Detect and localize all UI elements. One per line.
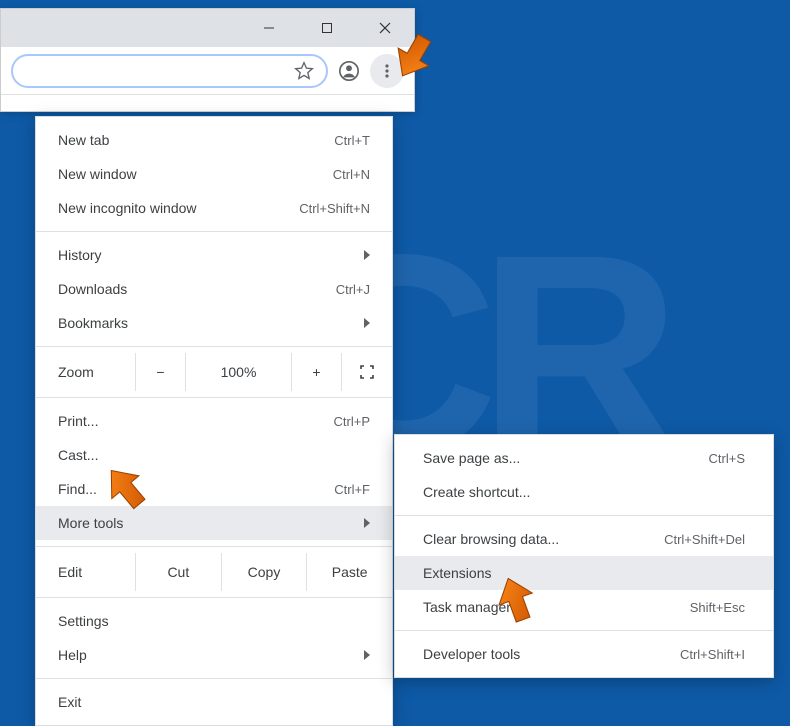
menu-item-shortcut: Ctrl+Shift+I bbox=[680, 647, 745, 662]
submenu-arrow-icon bbox=[364, 518, 370, 528]
menu-zoom-row: Zoom − 100% + bbox=[36, 353, 392, 391]
menu-separator bbox=[36, 546, 392, 547]
menu-find[interactable]: Find... Ctrl+F bbox=[36, 472, 392, 506]
fullscreen-button[interactable] bbox=[342, 353, 392, 391]
menu-item-label: Developer tools bbox=[423, 646, 680, 662]
browser-toolbar bbox=[1, 47, 414, 95]
zoom-out-button[interactable]: − bbox=[136, 353, 186, 391]
zoom-level: 100% bbox=[186, 353, 292, 391]
menu-item-label: Create shortcut... bbox=[423, 484, 745, 500]
menu-item-shortcut: Ctrl+Shift+N bbox=[299, 201, 370, 216]
bookmark-star-icon[interactable] bbox=[294, 61, 314, 81]
menu-item-shortcut: Ctrl+Shift+Del bbox=[664, 532, 745, 547]
menu-downloads[interactable]: Downloads Ctrl+J bbox=[36, 272, 392, 306]
menu-separator bbox=[36, 231, 392, 232]
fullscreen-icon bbox=[359, 364, 375, 380]
edit-paste-button[interactable]: Paste bbox=[307, 553, 392, 591]
menu-item-shortcut: Shift+Esc bbox=[690, 600, 745, 615]
profile-button[interactable] bbox=[334, 56, 364, 86]
menu-item-label: Extensions bbox=[423, 565, 745, 581]
menu-item-label: More tools bbox=[58, 515, 356, 531]
submenu-arrow-icon bbox=[364, 250, 370, 260]
browser-window bbox=[0, 8, 415, 112]
window-titlebar bbox=[1, 9, 414, 47]
three-dots-icon bbox=[379, 63, 395, 79]
menu-bookmarks[interactable]: Bookmarks bbox=[36, 306, 392, 340]
submenu-dev-tools[interactable]: Developer tools Ctrl+Shift+I bbox=[395, 637, 773, 671]
menu-item-label: Print... bbox=[58, 413, 334, 429]
menu-item-label: History bbox=[58, 247, 356, 263]
menu-item-label: Zoom bbox=[36, 353, 136, 391]
menu-item-label: Find... bbox=[58, 481, 334, 497]
menu-history[interactable]: History bbox=[36, 238, 392, 272]
menu-item-label: Clear browsing data... bbox=[423, 531, 664, 547]
edit-cut-button[interactable]: Cut bbox=[136, 553, 222, 591]
menu-item-shortcut: Ctrl+F bbox=[334, 482, 370, 497]
menu-item-label: New window bbox=[58, 166, 333, 182]
submenu-create-shortcut[interactable]: Create shortcut... bbox=[395, 475, 773, 509]
menu-print[interactable]: Print... Ctrl+P bbox=[36, 404, 392, 438]
maximize-button[interactable] bbox=[298, 9, 356, 47]
maximize-icon bbox=[321, 22, 333, 34]
menu-item-label: Bookmarks bbox=[58, 315, 356, 331]
menu-item-label: New incognito window bbox=[58, 200, 299, 216]
menu-separator bbox=[395, 630, 773, 631]
submenu-arrow-icon bbox=[364, 318, 370, 328]
menu-item-label: Task manager bbox=[423, 599, 690, 615]
menu-item-shortcut: Ctrl+N bbox=[333, 167, 370, 182]
menu-item-label: Edit bbox=[36, 553, 136, 591]
submenu-task-manager[interactable]: Task manager Shift+Esc bbox=[395, 590, 773, 624]
menu-help[interactable]: Help bbox=[36, 638, 392, 672]
menu-separator bbox=[36, 397, 392, 398]
menu-cast[interactable]: Cast... bbox=[36, 438, 392, 472]
minimize-icon bbox=[263, 22, 275, 34]
menu-new-tab[interactable]: New tab Ctrl+T bbox=[36, 123, 392, 157]
profile-icon bbox=[338, 60, 360, 82]
close-button[interactable] bbox=[356, 9, 414, 47]
menu-item-label: Downloads bbox=[58, 281, 336, 297]
menu-separator bbox=[395, 515, 773, 516]
menu-new-window[interactable]: New window Ctrl+N bbox=[36, 157, 392, 191]
zoom-in-button[interactable]: + bbox=[292, 353, 342, 391]
menu-item-label: New tab bbox=[58, 132, 334, 148]
menu-item-shortcut: Ctrl+S bbox=[709, 451, 745, 466]
edit-copy-button[interactable]: Copy bbox=[222, 553, 308, 591]
menu-separator bbox=[36, 597, 392, 598]
address-bar[interactable] bbox=[11, 54, 328, 88]
menu-item-label: Help bbox=[58, 647, 356, 663]
more-tools-submenu: Save page as... Ctrl+S Create shortcut..… bbox=[394, 434, 774, 678]
menu-settings[interactable]: Settings bbox=[36, 604, 392, 638]
submenu-extensions[interactable]: Extensions bbox=[395, 556, 773, 590]
submenu-save-page[interactable]: Save page as... Ctrl+S bbox=[395, 441, 773, 475]
menu-item-label: Settings bbox=[58, 613, 370, 629]
menu-item-label: Cast... bbox=[58, 447, 370, 463]
menu-new-incognito[interactable]: New incognito window Ctrl+Shift+N bbox=[36, 191, 392, 225]
menu-separator bbox=[36, 678, 392, 679]
minimize-button[interactable] bbox=[240, 9, 298, 47]
menu-item-shortcut: Ctrl+T bbox=[334, 133, 370, 148]
menu-exit[interactable]: Exit bbox=[36, 685, 392, 719]
menu-edit-row: Edit Cut Copy Paste bbox=[36, 553, 392, 591]
menu-separator bbox=[36, 346, 392, 347]
submenu-clear-data[interactable]: Clear browsing data... Ctrl+Shift+Del bbox=[395, 522, 773, 556]
chrome-main-menu: New tab Ctrl+T New window Ctrl+N New inc… bbox=[35, 116, 393, 726]
menu-item-shortcut: Ctrl+J bbox=[336, 282, 370, 297]
chrome-menu-button[interactable] bbox=[370, 54, 404, 88]
close-icon bbox=[379, 22, 391, 34]
submenu-arrow-icon bbox=[364, 650, 370, 660]
menu-more-tools[interactable]: More tools bbox=[36, 506, 392, 540]
menu-item-label: Save page as... bbox=[423, 450, 709, 466]
menu-item-shortcut: Ctrl+P bbox=[334, 414, 370, 429]
